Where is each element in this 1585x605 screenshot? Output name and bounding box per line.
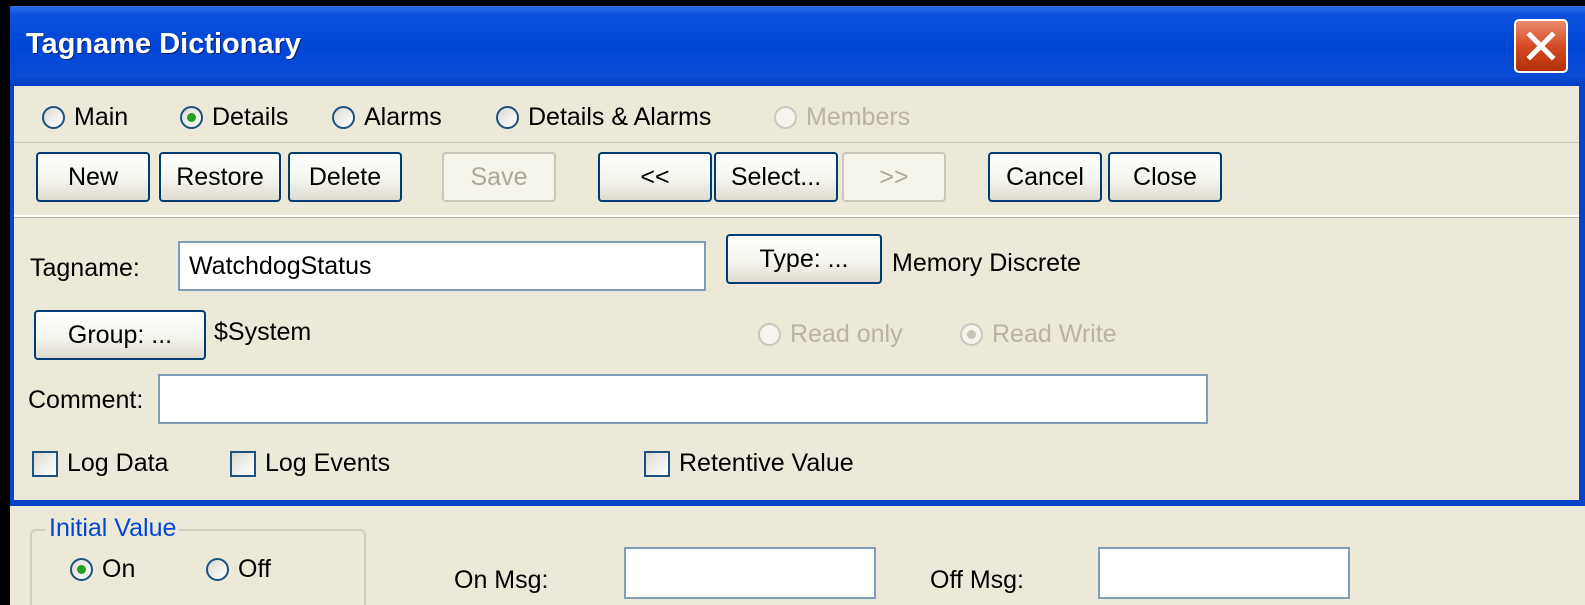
initial-on-option[interactable]: On <box>70 555 135 584</box>
toolbar: New Restore Delete Save << Select... >> … <box>14 143 1579 217</box>
main-radio[interactable] <box>42 106 65 129</box>
retentive-value-box[interactable] <box>644 450 670 477</box>
members-radio <box>774 106 797 129</box>
initial-off-option[interactable]: Off <box>206 555 271 584</box>
title-bar[interactable]: Tagname Dictionary <box>10 6 1585 86</box>
option-details[interactable]: Details <box>180 103 288 132</box>
initial-on-label: On <box>102 555 136 583</box>
type-button[interactable]: Type: ... <box>726 234 882 284</box>
select-button[interactable]: Select... <box>714 152 838 202</box>
read-write-label: Read Write <box>992 320 1117 348</box>
option-alarms[interactable]: Alarms <box>332 103 442 132</box>
details-radio[interactable] <box>180 106 203 129</box>
read-write-option: Read Write <box>960 320 1117 349</box>
details-alarms-radio[interactable] <box>496 106 519 129</box>
off-msg-input[interactable] <box>1098 547 1350 599</box>
window-title: Tagname Dictionary <box>26 28 302 60</box>
option-details-label: Details <box>212 103 289 131</box>
option-members: Members <box>774 103 910 132</box>
read-only-label: Read only <box>790 320 903 348</box>
section-divider <box>10 500 1585 506</box>
on-msg-label: On Msg: <box>454 566 549 594</box>
tagname-label: Tagname: <box>30 254 140 282</box>
log-data-box[interactable] <box>32 450 58 477</box>
option-main[interactable]: Main <box>42 103 128 132</box>
close-icon <box>1526 31 1556 61</box>
option-alarms-label: Alarms <box>364 103 442 131</box>
off-msg-label: Off Msg: <box>930 566 1025 594</box>
retentive-value-checkbox[interactable]: Retentive Value <box>644 449 854 478</box>
read-write-radio <box>960 323 983 346</box>
previous-button[interactable]: << <box>598 152 712 202</box>
option-main-label: Main <box>74 103 129 131</box>
initial-value-title: Initial Value <box>46 514 180 543</box>
option-details-alarms[interactable]: Details & Alarms <box>496 103 711 132</box>
delete-button[interactable]: Delete <box>288 152 402 202</box>
close-button[interactable]: Close <box>1108 152 1222 202</box>
initial-off-radio[interactable] <box>206 558 229 581</box>
initial-off-label: Off <box>238 555 271 583</box>
group-button[interactable]: Group: ... <box>34 310 206 360</box>
group-value: $System <box>214 318 312 346</box>
log-data-label: Log Data <box>67 449 169 477</box>
window-close-button[interactable] <box>1514 19 1568 73</box>
view-options-row: Main Details Alarms Details & Alarms Mem… <box>14 86 1579 143</box>
log-events-checkbox[interactable]: Log Events <box>230 449 390 478</box>
new-button[interactable]: New <box>36 152 150 202</box>
alarms-radio[interactable] <box>332 106 355 129</box>
option-members-label: Members <box>806 103 911 131</box>
tagname-input[interactable]: WatchdogStatus <box>178 241 706 291</box>
read-only-option: Read only <box>758 320 903 349</box>
next-button: >> <box>842 152 946 202</box>
initial-on-radio[interactable] <box>70 558 93 581</box>
window-frame-right <box>1579 86 1585 506</box>
comment-input[interactable] <box>158 374 1208 424</box>
retentive-value-label: Retentive Value <box>679 449 854 477</box>
type-value: Memory Discrete <box>892 249 1081 277</box>
log-events-label: Log Events <box>265 449 391 477</box>
cancel-button[interactable]: Cancel <box>988 152 1102 202</box>
on-msg-input[interactable] <box>624 547 876 599</box>
save-button: Save <box>442 152 556 202</box>
log-data-checkbox[interactable]: Log Data <box>32 449 168 478</box>
comment-label: Comment: <box>28 386 144 414</box>
tagname-dictionary-window: Tagname Dictionary Main Details Alarms D… <box>10 6 1585 605</box>
option-details-alarms-label: Details & Alarms <box>528 103 712 131</box>
restore-button[interactable]: Restore <box>159 152 281 202</box>
log-events-box[interactable] <box>230 450 256 477</box>
read-only-radio <box>758 323 781 346</box>
